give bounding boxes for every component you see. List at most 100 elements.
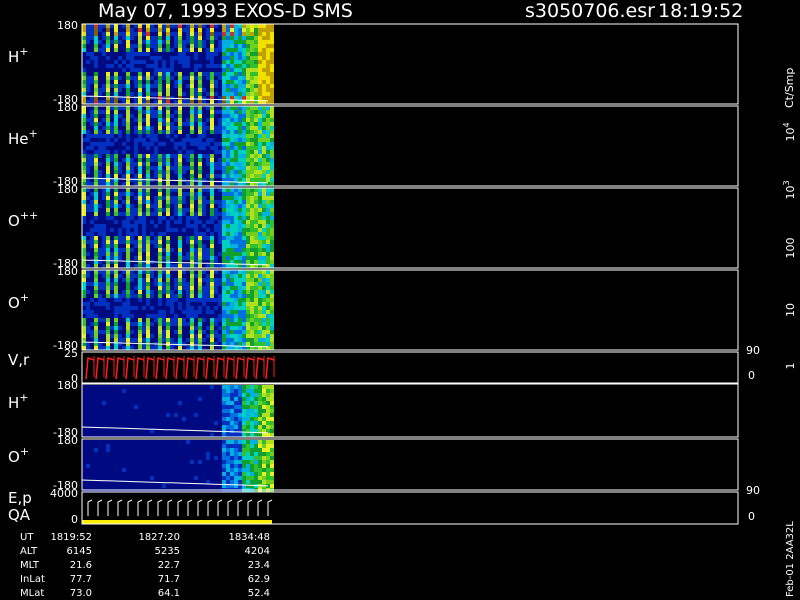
spectrogram-cell [218, 32, 222, 36]
spectrogram-cell [186, 178, 190, 182]
spectrogram-cell [266, 56, 270, 60]
spectrogram-cell [154, 326, 158, 330]
spectrogram-cell [230, 444, 234, 448]
spectrogram-cell [166, 40, 170, 44]
spectrogram-cell [106, 72, 110, 76]
spectrogram-cell [238, 452, 242, 456]
spectrogram-cell [142, 232, 146, 236]
spectrogram-cell [270, 178, 274, 182]
spectrogram-cell [202, 154, 206, 158]
spectrogram-cell [266, 338, 270, 342]
spectrogram-cell [122, 433, 126, 437]
spectrogram-cell [178, 44, 182, 48]
spectrogram-cell [206, 393, 210, 397]
spectrogram-cell [226, 480, 230, 484]
spectrogram-cell [122, 64, 126, 68]
spectrogram-cell [166, 264, 170, 268]
spectrogram-cell [98, 174, 102, 178]
spectrogram-cell [198, 444, 202, 448]
spectrogram-cell [182, 138, 186, 142]
spectrogram-cell [186, 158, 190, 162]
spectrogram-cell [214, 158, 218, 162]
spectrogram-cell [258, 122, 262, 126]
spectrogram-cell [194, 389, 198, 393]
spectrogram-cell [162, 282, 166, 286]
spectrogram-cell [258, 393, 262, 397]
spectrogram-cell [214, 248, 218, 252]
spectrogram-cell [154, 330, 158, 334]
spectrogram-cell [90, 154, 94, 158]
spectrogram-cell [170, 56, 174, 60]
spectrogram-cell [90, 88, 94, 92]
spectrogram-cell [254, 326, 258, 330]
spectrogram-cell [242, 274, 246, 278]
spectrogram-cell [198, 60, 202, 64]
spectrogram-cell [246, 84, 250, 88]
spectrogram-cell [102, 56, 106, 60]
spectrogram-cell [98, 36, 102, 40]
spectrogram-cell [266, 150, 270, 154]
spectrogram-cell [254, 208, 258, 212]
spectrogram-cell [154, 100, 158, 104]
spectrogram-cell [242, 92, 246, 96]
spectrogram-cell [198, 274, 202, 278]
spectrogram-cell [218, 472, 222, 476]
spectrogram-cell [102, 92, 106, 96]
spectrogram-cell [134, 44, 138, 48]
spectrogram-cell [230, 208, 234, 212]
spectrogram-cell [138, 196, 142, 200]
spectrogram-cell [262, 64, 266, 68]
spectrogram-cell [246, 397, 250, 401]
spectrogram-cell [146, 192, 150, 196]
spectrogram-cell [154, 60, 158, 64]
spectrogram-cell [142, 224, 146, 228]
spectrogram-cell [162, 286, 166, 290]
spectrogram-cell [182, 468, 186, 472]
spectrogram-cell [138, 68, 142, 72]
spectrogram-cell [254, 158, 258, 162]
spectrogram-cell [150, 162, 154, 166]
spectrogram-cell [214, 118, 218, 122]
spectrogram-cell [226, 252, 230, 256]
spectrogram-cell [114, 338, 118, 342]
spectrogram-cell [162, 318, 166, 322]
spectrogram-cell [162, 440, 166, 444]
spectrogram-cell [270, 346, 274, 350]
spectrogram-cell [86, 130, 90, 134]
spectrogram-cell [178, 413, 182, 417]
spectrogram-cell [234, 264, 238, 268]
spectrogram-cell [170, 36, 174, 40]
spectrogram-cell [258, 389, 262, 393]
spectrogram-cell [150, 389, 154, 393]
spectrogram-cell [130, 322, 134, 326]
spectrogram-cell [114, 256, 118, 260]
spectrogram-cell [226, 448, 230, 452]
spectrogram-cell [186, 240, 190, 244]
spectrogram-cell [134, 409, 138, 413]
spectrogram-cell [254, 397, 258, 401]
spectrogram-cell [82, 130, 86, 134]
spectrogram-cell [158, 92, 162, 96]
spectrogram-cell [214, 274, 218, 278]
spectrogram-cell [154, 200, 158, 204]
spectrogram-cell [270, 278, 274, 282]
spectrogram-cell [138, 346, 142, 350]
spectrogram-cell [138, 204, 142, 208]
spectrogram-cell [174, 32, 178, 36]
spectrogram-cell [98, 456, 102, 460]
spectrogram-cell [202, 306, 206, 310]
spectrogram-cell [138, 60, 142, 64]
spectrogram-cell [150, 264, 154, 268]
spectrogram-cell [126, 240, 130, 244]
spectrogram-cell [86, 252, 90, 256]
spectrogram-cell [126, 252, 130, 256]
spectrogram-cell [106, 64, 110, 68]
spectrogram-cell [254, 232, 258, 236]
spectrogram-cell [234, 252, 238, 256]
spectrogram-cell [174, 138, 178, 142]
spectrogram-cell [242, 417, 246, 421]
spectrogram-cell [142, 393, 146, 397]
spectrogram-cell [162, 322, 166, 326]
spectrogram-cell [126, 256, 130, 260]
spectrogram-cell [142, 208, 146, 212]
